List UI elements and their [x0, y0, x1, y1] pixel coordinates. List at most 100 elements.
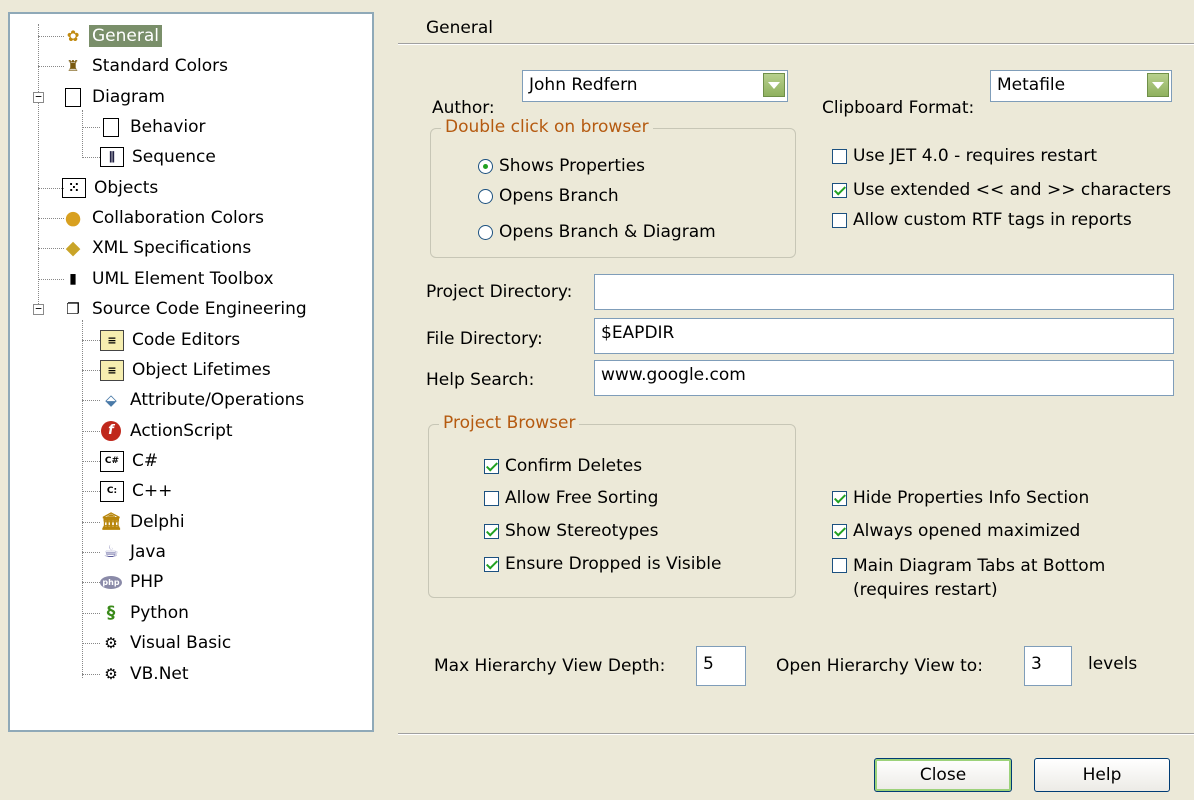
tree-item-php[interactable]: php PHP	[100, 569, 166, 595]
header-divider	[398, 43, 1194, 45]
options-tree[interactable]: − − ✿ General ♜ Standard Colors Diagram …	[8, 12, 374, 732]
checkbox-extended-chars-box[interactable]	[832, 182, 847, 198]
checkbox-use-jet-box[interactable]	[832, 148, 847, 164]
checkbox-extended-chars[interactable]: Use extended << and >> characters	[832, 180, 1171, 200]
open-to-input[interactable]: 3	[1024, 646, 1072, 686]
checkbox-always-maximized-box[interactable]	[832, 523, 847, 539]
author-dropdown-icon[interactable]	[763, 73, 785, 97]
checkbox-confirm-deletes[interactable]: Confirm Deletes	[484, 456, 642, 476]
tree-item-visual-basic[interactable]: ⚙ Visual Basic	[100, 630, 234, 656]
xml-icon: ◆	[65, 237, 81, 259]
toolbox-icon: ▮	[69, 271, 77, 287]
tree-item-java[interactable]: ☕ Java	[100, 539, 169, 565]
sequence-icon: ⫼	[100, 147, 124, 167]
checkbox-show-stereotypes-box[interactable]	[484, 523, 499, 539]
csharp-icon: C#	[100, 450, 124, 472]
project-directory-label: Project Directory:	[426, 282, 573, 302]
clipboard-format-combo[interactable]: Metafile	[990, 70, 1172, 102]
radio-opens-branch-diagram-indicator[interactable]	[478, 224, 493, 240]
tree-item-objects[interactable]: ⁙ Objects	[62, 175, 161, 201]
tree-item-uml-element-toolbox[interactable]: ▮ UML Element Toolbox	[62, 266, 277, 292]
vbnet-icon: ⚙	[104, 665, 118, 683]
tree-item-code-editors[interactable]: ≡ Code Editors	[100, 327, 243, 353]
attribute-icon: ⬙	[105, 391, 117, 409]
tree-item-sequence[interactable]: ⫼ Sequence	[100, 144, 219, 170]
help-search-label: Help Search:	[426, 370, 535, 390]
help-button[interactable]: Help	[1034, 758, 1170, 792]
php-icon: php	[100, 571, 122, 593]
tree-item-cpp[interactable]: C: C++	[100, 478, 175, 504]
tree-item-general[interactable]: ✿ General	[62, 23, 162, 49]
objects-icon: ⁙	[62, 178, 86, 198]
radio-shows-properties-indicator[interactable]	[478, 158, 493, 174]
author-label: Author:	[432, 98, 495, 118]
tree-item-source-code-engineering[interactable]: ❐ Source Code Engineering	[62, 296, 310, 322]
document-icon	[62, 86, 84, 108]
checkbox-free-sorting[interactable]: Allow Free Sorting	[484, 488, 658, 508]
checkbox-tabs-at-bottom[interactable]: Main Diagram Tabs at Bottom (requires re…	[832, 554, 1105, 602]
general-icon: ✿	[66, 27, 80, 45]
radio-opens-branch-diagram[interactable]: Opens Branch & Diagram	[478, 222, 716, 242]
checkbox-ensure-dropped-visible-box[interactable]	[484, 556, 499, 572]
radio-opens-branch[interactable]: Opens Branch	[478, 186, 619, 206]
document-icon	[100, 116, 122, 138]
source-code-collapse-toggle[interactable]: −	[33, 303, 44, 315]
double-click-group-title: Double click on browser	[441, 117, 653, 137]
code-editor-icon: ≡	[100, 359, 124, 381]
radio-opens-branch-indicator[interactable]	[478, 188, 493, 204]
tree-item-object-lifetimes[interactable]: ≡ Object Lifetimes	[100, 357, 274, 383]
levels-label: levels	[1088, 654, 1138, 674]
checkbox-always-maximized[interactable]: Always opened maximized	[832, 521, 1080, 541]
checkbox-custom-rtf[interactable]: Allow custom RTF tags in reports	[832, 210, 1132, 230]
author-combo[interactable]: John Redfern	[522, 70, 788, 102]
project-directory-input[interactable]	[594, 274, 1174, 310]
clipboard-format-label: Clipboard Format:	[822, 98, 975, 118]
radio-shows-properties[interactable]: Shows Properties	[478, 156, 645, 176]
tree-item-attribute-operations[interactable]: ⬙ Attribute/Operations	[100, 387, 307, 413]
code-editor-icon: ≡	[100, 329, 124, 351]
tree-item-csharp[interactable]: C# C#	[100, 448, 161, 474]
tree-item-xml-specifications[interactable]: ◆ XML Specifications	[62, 235, 254, 261]
checkbox-ensure-dropped-visible[interactable]: Ensure Dropped is Visible	[484, 554, 721, 574]
checkbox-use-jet[interactable]: Use JET 4.0 - requires restart	[832, 146, 1097, 166]
page-title: General	[426, 18, 493, 38]
source-code-icon: ❐	[66, 300, 80, 318]
tree-item-actionscript[interactable]: f ActionScript	[100, 418, 236, 444]
cpp-icon: C:	[100, 480, 124, 502]
help-search-input[interactable]: www.google.com	[594, 360, 1174, 396]
palette-icon: ●	[64, 207, 82, 229]
clipboard-format-value: Metafile	[997, 75, 1066, 95]
file-directory-label: File Directory:	[426, 329, 543, 349]
checkbox-show-stereotypes[interactable]: Show Stereotypes	[484, 521, 659, 541]
author-value: John Redfern	[529, 75, 638, 95]
max-depth-label: Max Hierarchy View Depth:	[434, 656, 666, 676]
close-button[interactable]: Close	[874, 758, 1012, 792]
java-icon: ☕	[103, 542, 119, 562]
python-icon: §	[106, 603, 116, 623]
tree-item-collaboration-colors[interactable]: ● Collaboration Colors	[62, 205, 267, 231]
tree-item-vbnet[interactable]: ⚙ VB.Net	[100, 661, 192, 687]
checkbox-confirm-deletes-box[interactable]	[484, 458, 499, 474]
checkbox-free-sorting-box[interactable]	[484, 490, 499, 506]
tree-item-delphi[interactable]: 🏛 Delphi	[100, 509, 188, 535]
checkbox-tabs-at-bottom-text: Main Diagram Tabs at Bottom (requires re…	[853, 556, 1106, 600]
tree-item-python[interactable]: § Python	[100, 600, 192, 626]
project-browser-group-title: Project Browser	[439, 413, 580, 433]
diagram-collapse-toggle[interactable]: −	[33, 91, 44, 103]
checkbox-hide-properties-info[interactable]: Hide Properties Info Section	[832, 488, 1089, 508]
tree-item-standard-colors[interactable]: ♜ Standard Colors	[62, 53, 231, 79]
footer-divider	[398, 733, 1194, 735]
file-directory-input[interactable]: $EAPDIR	[594, 318, 1174, 354]
flash-icon: f	[100, 420, 122, 442]
checkbox-tabs-at-bottom-box[interactable]	[832, 558, 847, 573]
open-to-label: Open Hierarchy View to:	[776, 656, 983, 676]
paint-brushes-icon: ♜	[66, 57, 80, 75]
checkbox-custom-rtf-box[interactable]	[832, 212, 847, 228]
clipboard-dropdown-icon[interactable]	[1147, 73, 1169, 97]
max-depth-input[interactable]: 5	[696, 646, 746, 686]
vb-icon: ⚙	[104, 634, 118, 652]
tree-item-behavior[interactable]: Behavior	[100, 114, 209, 140]
delphi-icon: 🏛	[100, 512, 122, 532]
tree-item-diagram[interactable]: Diagram	[62, 84, 168, 110]
checkbox-hide-properties-info-box[interactable]	[832, 490, 847, 506]
